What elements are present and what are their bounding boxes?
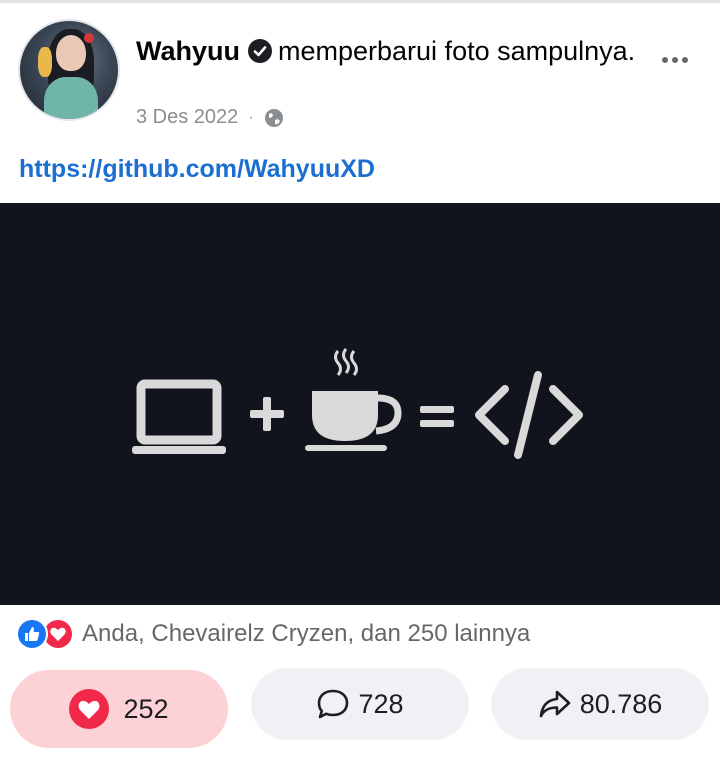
cover-illustration	[132, 348, 583, 459]
avatar-light	[84, 33, 94, 43]
code-tag-icon	[475, 371, 583, 459]
like-icon	[16, 618, 48, 650]
github-link[interactable]: https://github.com/WahyuuXD	[19, 155, 375, 184]
post-meta: 3 Des 2022 ·	[136, 106, 284, 129]
plus-icon	[250, 397, 284, 431]
author-name[interactable]: Wahyuu	[136, 36, 240, 66]
avatar[interactable]	[18, 19, 120, 121]
reaction-summary-text: Anda, Chevairelz Cryzen, dan 250 lainnya	[82, 620, 531, 647]
laptop-icon	[132, 379, 226, 454]
comment-icon	[318, 689, 349, 719]
react-button[interactable]: 252	[10, 670, 228, 748]
cover-photo[interactable]	[0, 203, 720, 605]
share-count: 80.786	[579, 688, 663, 719]
avatar-body	[44, 77, 98, 119]
react-count: 252	[123, 693, 169, 724]
post-action-text: memperbarui foto sampulnya.	[278, 36, 636, 66]
more-options-icon[interactable]	[662, 50, 696, 70]
comment-button[interactable]: 728	[251, 668, 469, 740]
love-react-icon	[69, 689, 110, 729]
verified-badge-icon	[248, 39, 272, 63]
share-icon	[539, 690, 571, 718]
share-button[interactable]: 80.786	[491, 668, 709, 740]
comment-count: 728	[358, 688, 404, 719]
avatar-hand	[38, 47, 52, 77]
top-divider	[0, 0, 720, 3]
avatar-face	[56, 35, 86, 71]
post-header-title: Wahyuu memperbarui foto sampulnya.	[136, 34, 636, 68]
coffee-cup-icon	[305, 348, 402, 451]
reaction-summary[interactable]: Anda, Chevairelz Cryzen, dan 250 lainnya	[16, 618, 530, 650]
equals-icon	[420, 406, 454, 427]
post-date[interactable]: 3 Des 2022	[136, 106, 238, 129]
meta-separator: ·	[248, 108, 254, 126]
globe-icon	[264, 108, 283, 127]
